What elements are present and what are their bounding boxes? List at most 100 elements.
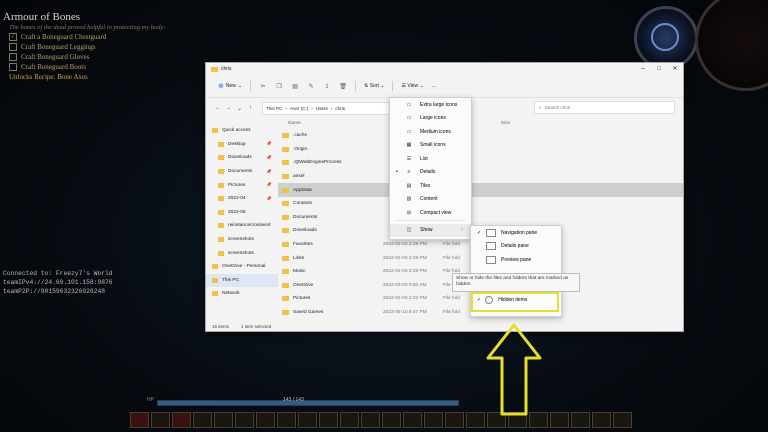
menu-item[interactable]: ⊞ Compact view	[390, 206, 471, 220]
folder-icon	[211, 66, 218, 72]
submenu-item[interactable]: ✓ Navigation pane	[471, 226, 561, 240]
nav-item[interactable]: Pictures 📌	[206, 178, 278, 192]
more-button[interactable]: ...	[432, 83, 436, 89]
table-row[interactable]: Contacts	[278, 197, 683, 211]
nav-item[interactable]: 2022-05	[206, 206, 278, 220]
skill-slot[interactable]	[571, 412, 590, 428]
skill-slot[interactable]	[550, 412, 569, 428]
table-row[interactable]: .Origin	[278, 143, 683, 157]
cut-icon[interactable]: ✂	[257, 83, 269, 90]
hp-label: HP	[147, 397, 154, 403]
breadcrumb-segment[interactable]: chris	[335, 106, 345, 111]
skill-slot[interactable]	[235, 412, 254, 428]
table-row[interactable]: AppData	[278, 183, 683, 197]
title-bar[interactable]: chris – □ ✕	[206, 63, 683, 75]
column-size[interactable]: Size	[501, 121, 510, 126]
close-icon[interactable]: ✕	[667, 63, 683, 75]
menu-item-hidden-items[interactable]: ✓ Hidden items	[473, 296, 527, 304]
breadcrumb-segment[interactable]: This PC	[266, 106, 282, 111]
nav-item[interactable]: 2022-04 📌	[206, 192, 278, 206]
table-row[interactable]: .cache	[278, 129, 683, 143]
skill-slot[interactable]	[424, 412, 443, 428]
menu-item[interactable]: ▥ Content	[390, 193, 471, 207]
nav-item[interactable]: This PC	[206, 273, 278, 288]
paste-icon[interactable]: ▤	[289, 83, 301, 90]
nav-item-label: Desktop	[228, 141, 246, 147]
breadcrumb-segment[interactable]: Users	[316, 106, 328, 111]
column-name[interactable]: Name	[288, 121, 301, 126]
sort-button[interactable]: ⇅ Sort ⌄	[364, 83, 384, 89]
table-row[interactable]: ansel	[278, 170, 683, 184]
breadcrumb-segment[interactable]: Acer (C:)	[290, 106, 308, 111]
list-icon: ☰	[406, 155, 412, 162]
hp-bar	[157, 400, 459, 406]
item-count: 15 items	[212, 323, 230, 329]
chevron-right-icon: ›	[285, 105, 287, 111]
skill-slot[interactable]	[340, 412, 359, 428]
nav-item[interactable]: OneDrive - Personal	[206, 260, 278, 274]
plus-icon: ⊕	[218, 83, 224, 90]
table-row[interactable]: Documents	[278, 211, 683, 225]
menu-item[interactable]: ▭ Large icons	[390, 112, 471, 126]
skill-slot[interactable]	[466, 412, 485, 428]
menu-item-show[interactable]: ◫ Show ›	[390, 223, 471, 237]
skill-slot[interactable]	[256, 412, 275, 428]
folder-icon	[282, 269, 289, 275]
up-icon[interactable]: ↑	[245, 105, 256, 111]
skill-slot[interactable]	[319, 412, 338, 428]
file-type: File fold	[443, 296, 460, 302]
back-icon[interactable]: ←	[212, 105, 223, 111]
quest-task-label: Craft Boneguard Leggings	[21, 43, 96, 51]
minimize-icon[interactable]: –	[635, 63, 651, 75]
menu-item-label: Details	[420, 169, 436, 176]
menu-item[interactable]: ▤ Tiles	[390, 179, 471, 193]
skill-slot[interactable]	[151, 412, 170, 428]
nav-item[interactable]: screenshots	[206, 246, 278, 260]
view-button[interactable]: ☰ View ⌄	[401, 83, 423, 89]
nav-item[interactable]: screenshots	[206, 233, 278, 247]
skill-slot[interactable]	[613, 412, 632, 428]
forward-icon[interactable]: →	[223, 105, 234, 111]
skill-slot[interactable]	[445, 412, 464, 428]
quest-title: Armour of Bones	[3, 11, 80, 23]
table-row[interactable]: .QtWebEngineProcess	[278, 156, 683, 170]
nav-item[interactable]: Desktop 📌	[206, 138, 278, 152]
menu-item[interactable]: • ≡ Details	[390, 166, 471, 180]
skill-slot[interactable]	[193, 412, 212, 428]
menu-item[interactable]: ▭ Extra large icons	[390, 98, 471, 112]
new-button[interactable]: ⊕ New ⌄	[214, 80, 246, 92]
skill-slot[interactable]	[592, 412, 611, 428]
skill-slot[interactable]	[298, 412, 317, 428]
recent-icon[interactable]: ⌄	[234, 105, 245, 112]
maximize-icon[interactable]: □	[651, 63, 667, 75]
menu-item-label: Small icons	[420, 142, 446, 149]
menu-item[interactable]: ▦ Small icons	[390, 139, 471, 153]
menu-item[interactable]: ▭ Medium icons	[390, 125, 471, 139]
copy-icon[interactable]: ❐	[273, 83, 285, 90]
delete-icon[interactable]: 🗑	[337, 83, 349, 90]
skill-slot[interactable]	[214, 412, 233, 428]
skill-slot[interactable]	[382, 412, 401, 428]
skill-slot[interactable]	[403, 412, 422, 428]
nav-item[interactable]: Downloads 📌	[206, 151, 278, 165]
skill-slot[interactable]	[361, 412, 380, 428]
submenu-item-label: Navigation pane	[501, 229, 538, 236]
menu-item[interactable]: ☰ List	[390, 152, 471, 166]
skill-slot[interactable]	[277, 412, 296, 428]
skill-slot[interactable]	[130, 412, 149, 428]
nav-item[interactable]: Quick access	[206, 124, 278, 138]
submenu-item[interactable]: Details pane	[471, 240, 561, 254]
nav-item[interactable]: reinstancecrossworl	[206, 219, 278, 233]
skill-slot[interactable]	[172, 412, 191, 428]
nav-item-label: reinstancecrossworl	[228, 223, 271, 229]
share-icon[interactable]: ⇪	[321, 83, 333, 90]
submenu-item[interactable]: Preview pane	[471, 253, 561, 267]
nav-item[interactable]: Network	[206, 287, 278, 301]
nav-item[interactable]: Documents 📌	[206, 165, 278, 179]
minimap-orb[interactable]	[634, 6, 698, 70]
rename-icon[interactable]: ✎	[305, 83, 317, 90]
file-date: 2022-02-03 2:32 PM	[383, 296, 427, 302]
check-icon: ✓	[477, 297, 482, 303]
search-box[interactable]: ⌕ Search chris	[534, 101, 675, 114]
monitor-icon: ▭	[406, 128, 412, 135]
